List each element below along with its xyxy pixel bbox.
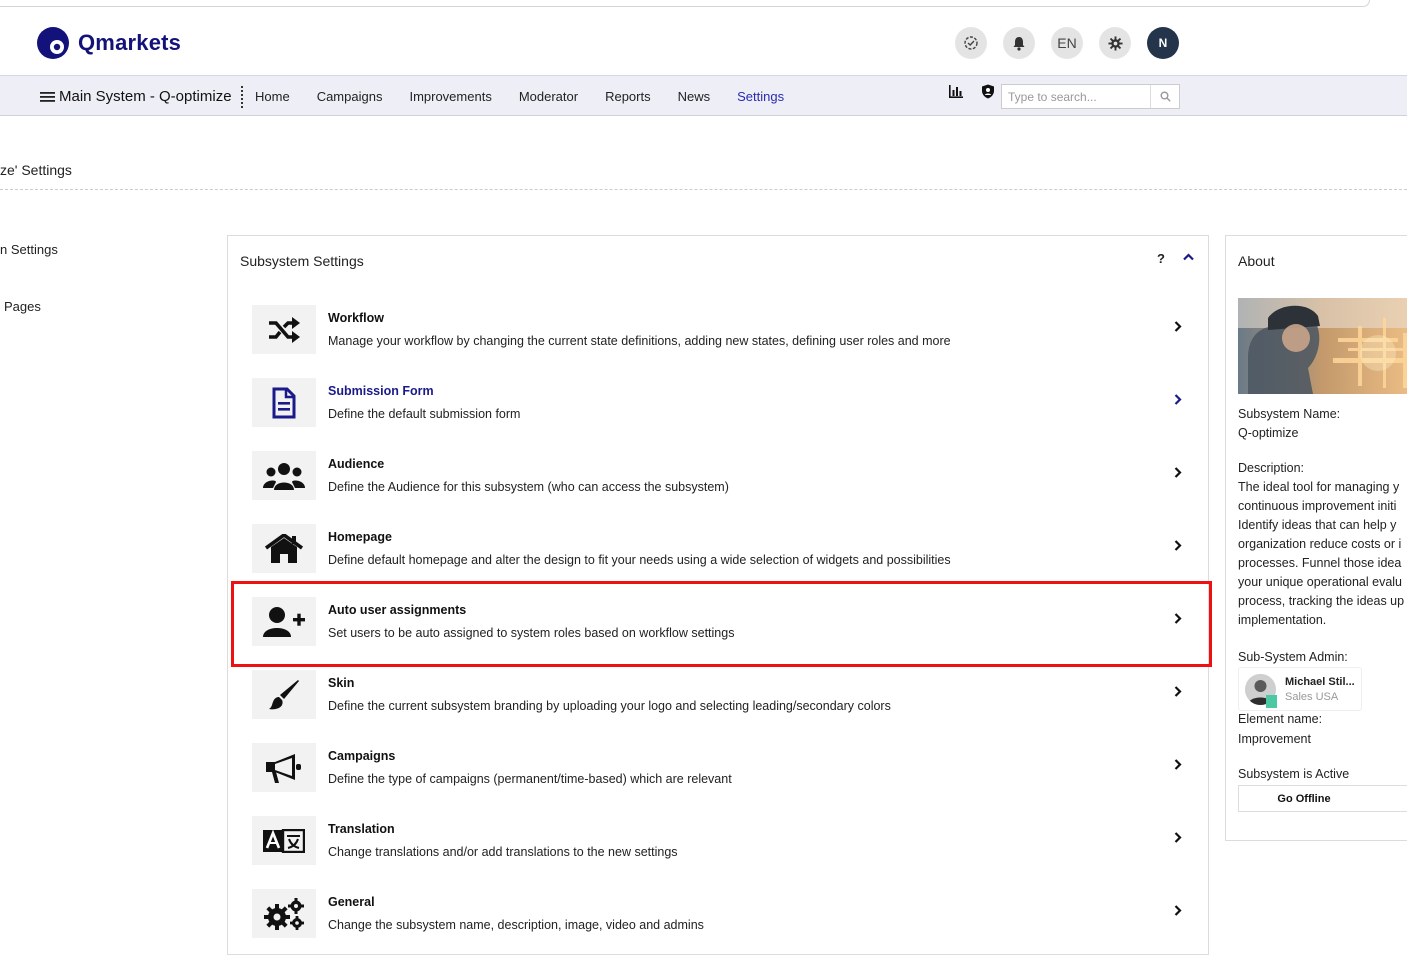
- title-divider: [0, 189, 1407, 190]
- nav-settings[interactable]: Settings: [737, 89, 784, 104]
- item-description: Define the type of campaigns (permanent/…: [328, 772, 732, 786]
- panel-title: Subsystem Settings: [240, 253, 364, 269]
- settings-item-translation[interactable]: Translation Change translations and/or a…: [252, 816, 1192, 876]
- hamburger-icon: [40, 91, 55, 102]
- subsystem-name-value: Q-optimize: [1238, 426, 1299, 440]
- item-description: Define the Audience for this subsystem (…: [328, 480, 729, 494]
- description-line: your unique operational evalu: [1238, 575, 1403, 589]
- bell-icon[interactable]: [1003, 27, 1035, 59]
- item-description: Manage your workflow by changing the cur…: [328, 334, 951, 348]
- system-name: Main System - Q-optimize: [59, 88, 232, 105]
- about-panel: About Subsystem Name: Q-optimize Descrip…: [1225, 235, 1407, 841]
- description-line: Identify ideas that can help y: [1238, 518, 1397, 532]
- description-line: continuous improvement initi: [1238, 499, 1397, 513]
- nav-divider: [241, 86, 243, 108]
- bar-chart-icon[interactable]: [945, 85, 967, 101]
- chevron-right-icon[interactable]: [1174, 320, 1182, 335]
- item-title: Workflow: [328, 311, 385, 325]
- chevron-right-icon[interactable]: [1174, 758, 1182, 773]
- nav-improvements[interactable]: Improvements: [409, 89, 491, 104]
- admin-name: Michael Stil...: [1285, 676, 1355, 688]
- admin-role: Sales USA: [1285, 691, 1339, 703]
- settings-item-homepage[interactable]: Homepage Define default homepage and alt…: [252, 524, 1192, 584]
- element-name-label: Element name:: [1238, 712, 1323, 726]
- gear-icon[interactable]: [1099, 27, 1131, 59]
- chevron-right-icon[interactable]: [1174, 539, 1182, 554]
- description-line: implementation.: [1238, 613, 1327, 627]
- settings-item-campaigns[interactable]: Campaigns Define the type of campaigns (…: [252, 743, 1192, 803]
- highlight-box: [231, 581, 1212, 667]
- subsystem-name-label: Subsystem Name:: [1238, 407, 1341, 421]
- settings-item-skin[interactable]: Skin Define the current subsystem brandi…: [252, 670, 1192, 730]
- subsystem-image: [1238, 298, 1407, 394]
- users-icon: [252, 451, 316, 500]
- brand-header: Qmarkets EN N: [0, 12, 1407, 75]
- item-title: Campaigns: [328, 749, 396, 763]
- item-title: Audience: [328, 457, 385, 471]
- user-shield-icon[interactable]: [977, 84, 999, 102]
- document-icon: [252, 378, 316, 427]
- item-description: Change the subsystem name, description, …: [328, 918, 704, 932]
- item-title: Translation: [328, 822, 395, 836]
- gears-icon: [252, 889, 316, 938]
- search-input[interactable]: [1002, 85, 1150, 108]
- item-title: Homepage: [328, 530, 392, 544]
- shuffle-icon: [252, 305, 316, 354]
- system-switcher[interactable]: Main System - Q-optimize: [40, 88, 232, 105]
- settings-item-submission-form[interactable]: Submission Form Define the default submi…: [252, 378, 1192, 438]
- chevron-right-icon[interactable]: [1174, 466, 1182, 481]
- left-nav-item-pages[interactable]: Pages: [4, 299, 41, 314]
- item-title: Skin: [328, 676, 355, 690]
- admin-label: Sub-System Admin:: [1238, 650, 1348, 664]
- description-line: The ideal tool for managing y: [1238, 480, 1400, 494]
- nav-reports[interactable]: Reports: [605, 89, 651, 104]
- page-title: ze' Settings: [0, 162, 72, 178]
- item-title: General: [328, 895, 375, 909]
- browser-top-strip: [0, 0, 1407, 12]
- settings-item-general[interactable]: General Change the subsystem name, descr…: [252, 889, 1192, 949]
- item-description: Define the default submission form: [328, 407, 521, 421]
- chevron-right-icon[interactable]: [1174, 393, 1182, 408]
- translate-icon: [252, 816, 316, 865]
- settings-item-audience[interactable]: Audience Define the Audience for this su…: [252, 451, 1192, 511]
- admin-badge-icon: [1266, 695, 1277, 708]
- paintbrush-icon: [252, 670, 316, 719]
- status-label: Subsystem is Active: [1238, 767, 1350, 781]
- about-title: About: [1238, 253, 1275, 269]
- chevron-right-icon[interactable]: [1174, 831, 1182, 846]
- search-icon[interactable]: [1150, 85, 1179, 108]
- activity-check-icon[interactable]: [955, 27, 987, 59]
- description-line: organization reduce costs or i: [1238, 537, 1402, 551]
- home-icon: [252, 524, 316, 573]
- nav-campaigns[interactable]: Campaigns: [317, 89, 383, 104]
- megaphone-icon: [252, 743, 316, 792]
- description-line: process, tracking the ideas up: [1238, 594, 1405, 608]
- element-name-value: Improvement: [1238, 732, 1311, 746]
- chevron-up-icon[interactable]: [1183, 250, 1194, 264]
- chevron-right-icon[interactable]: [1174, 685, 1182, 700]
- search-box: [1001, 84, 1180, 109]
- language-button[interactable]: EN: [1051, 27, 1083, 59]
- settings-item-workflow[interactable]: Workflow Manage your workflow by changin…: [252, 305, 1192, 365]
- nav-moderator[interactable]: Moderator: [519, 89, 578, 104]
- item-description: Define default homepage and alter the de…: [328, 553, 951, 567]
- description-label: Description:: [1238, 461, 1304, 475]
- description-line: processes. Funnel those idea: [1238, 556, 1402, 570]
- nav-home[interactable]: Home: [255, 89, 290, 104]
- nav-news[interactable]: News: [678, 89, 711, 104]
- item-title: Submission Form: [328, 384, 434, 398]
- help-icon[interactable]: ?: [1157, 251, 1165, 266]
- item-description: Change translations and/or add translati…: [328, 845, 678, 859]
- chevron-right-icon[interactable]: [1174, 904, 1182, 919]
- item-description: Define the current subsystem branding by…: [328, 699, 891, 713]
- go-offline-button[interactable]: Go Offline: [1238, 785, 1407, 812]
- left-nav-item-settings[interactable]: n Settings: [0, 242, 58, 257]
- qmarkets-logo[interactable]: Qmarkets: [36, 26, 181, 60]
- user-avatar[interactable]: N: [1147, 27, 1179, 59]
- admin-card[interactable]: Michael Stil... Sales USA: [1238, 667, 1362, 711]
- brand-name: Qmarkets: [78, 30, 182, 55]
- main-navigation: Main System - Q-optimize Home Campaigns …: [0, 75, 1407, 116]
- qmarkets-logo-mark: [36, 26, 70, 60]
